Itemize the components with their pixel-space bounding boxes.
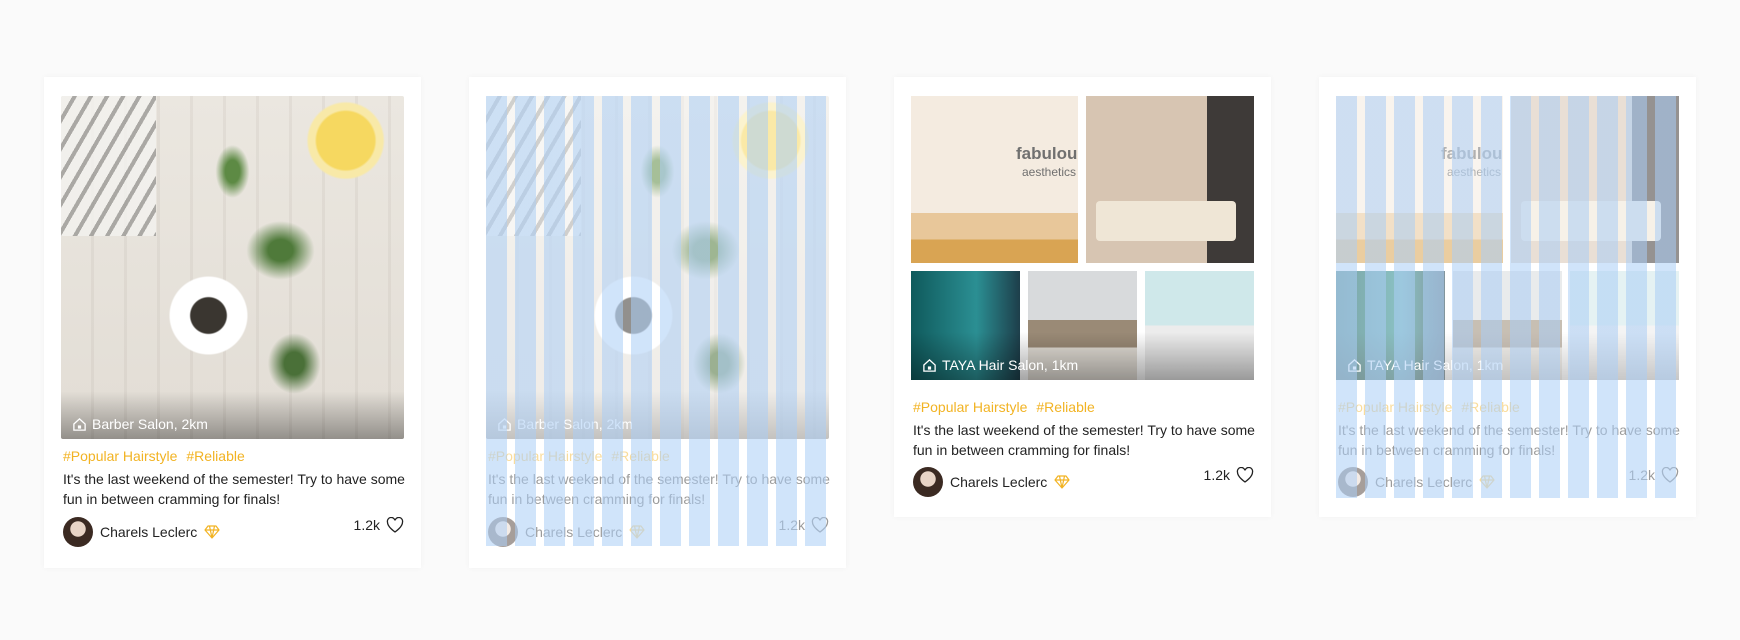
home-icon — [1348, 358, 1361, 372]
like-count: 1.2k — [1203, 467, 1230, 483]
tag[interactable]: #Popular Hairstyle — [1338, 399, 1452, 415]
author[interactable]: Charels Leclerc — [1338, 467, 1495, 497]
heart-icon — [1236, 467, 1254, 483]
tag[interactable]: #Reliable — [611, 448, 669, 464]
treatment-room-photo[interactable] — [1511, 96, 1679, 263]
brand-sign: fabulousaesthetics — [1441, 144, 1503, 179]
post-image[interactable]: Barber Salon, 2km — [486, 96, 829, 439]
brand-sign: fabulousaesthetics — [1016, 144, 1078, 179]
author-name[interactable]: Charels Leclerc — [525, 524, 622, 540]
like-count: 1.2k — [1628, 467, 1655, 483]
avatar[interactable] — [1338, 467, 1368, 497]
avatar[interactable] — [913, 467, 943, 497]
home-icon — [923, 358, 936, 372]
home-icon — [73, 417, 86, 431]
home-icon — [498, 417, 511, 431]
tag[interactable]: #Reliable — [1036, 399, 1094, 415]
location-label: Barber Salon, 2km — [72, 416, 208, 432]
herbs-photo — [61, 96, 404, 439]
heart-icon — [386, 517, 404, 533]
heart-icon — [811, 517, 829, 533]
post-description: It's the last weekend of the semester! T… — [1338, 422, 1680, 458]
post-description: It's the last weekend of the semester! T… — [488, 471, 830, 507]
tag-list: #Popular Hairstyle #Reliable — [913, 399, 1095, 415]
tag-list: #Popular Hairstyle #Reliable — [63, 448, 245, 464]
tag[interactable]: #Popular Hairstyle — [488, 448, 602, 464]
like-button[interactable]: 1.2k — [354, 517, 404, 533]
post-image[interactable]: Barber Salon, 2km — [61, 96, 404, 439]
location-label: TAYA Hair Salon, 1km — [1347, 357, 1503, 373]
post-card-4-grid[interactable]: fabulousaesthetics TAYA Hair Salon, 1km … — [1319, 77, 1696, 517]
tag[interactable]: #Reliable — [1461, 399, 1519, 415]
author-name[interactable]: Charels Leclerc — [1375, 474, 1472, 490]
diamond-icon — [1054, 475, 1070, 489]
tag[interactable]: #Reliable — [186, 448, 244, 464]
photo-collage[interactable]: fabulousaesthetics TAYA Hair Salon, 1km — [1336, 96, 1679, 380]
tag[interactable]: #Popular Hairstyle — [63, 448, 177, 464]
herbs-photo — [486, 96, 829, 439]
like-button[interactable]: 1.2k — [779, 517, 829, 533]
post-card-2-grid[interactable]: Barber Salon, 2km #Popular Hairstyle #Rel… — [469, 77, 846, 568]
heart-icon — [1661, 467, 1679, 483]
author[interactable]: Charels Leclerc — [63, 517, 220, 547]
treatment-room-photo[interactable] — [1086, 96, 1254, 263]
post-description: It's the last weekend of the semester! T… — [63, 471, 405, 507]
salon-reception-photo[interactable]: fabulousaesthetics — [911, 96, 1078, 263]
diamond-icon — [1479, 475, 1495, 489]
avatar[interactable] — [488, 517, 518, 547]
post-description: It's the last weekend of the semester! T… — [913, 422, 1255, 458]
like-count: 1.2k — [778, 517, 805, 533]
tag-list: #Popular Hairstyle #Reliable — [1338, 399, 1520, 415]
tag[interactable]: #Popular Hairstyle — [913, 399, 1027, 415]
author-name[interactable]: Charels Leclerc — [100, 524, 197, 540]
location-label: Barber Salon, 2km — [497, 416, 633, 432]
diamond-icon — [629, 525, 645, 539]
avatar[interactable] — [63, 517, 93, 547]
author[interactable]: Charels Leclerc — [913, 467, 1070, 497]
like-button[interactable]: 1.2k — [1204, 467, 1254, 483]
salon-reception-photo[interactable]: fabulousaesthetics — [1336, 96, 1503, 263]
photo-collage[interactable]: fabulousaesthetics TAYA Hair Salon, 1km — [911, 96, 1254, 380]
diamond-icon — [204, 525, 220, 539]
post-card-3[interactable]: fabulousaesthetics TAYA Hair Salon, 1km … — [894, 77, 1271, 517]
author-name[interactable]: Charels Leclerc — [950, 474, 1047, 490]
location-label: TAYA Hair Salon, 1km — [922, 357, 1078, 373]
post-card-1[interactable]: Barber Salon, 2km #Popular Hairstyle #Rel… — [44, 77, 421, 568]
author[interactable]: Charels Leclerc — [488, 517, 645, 547]
like-count: 1.2k — [353, 517, 380, 533]
like-button[interactable]: 1.2k — [1629, 467, 1679, 483]
tag-list: #Popular Hairstyle #Reliable — [488, 448, 670, 464]
